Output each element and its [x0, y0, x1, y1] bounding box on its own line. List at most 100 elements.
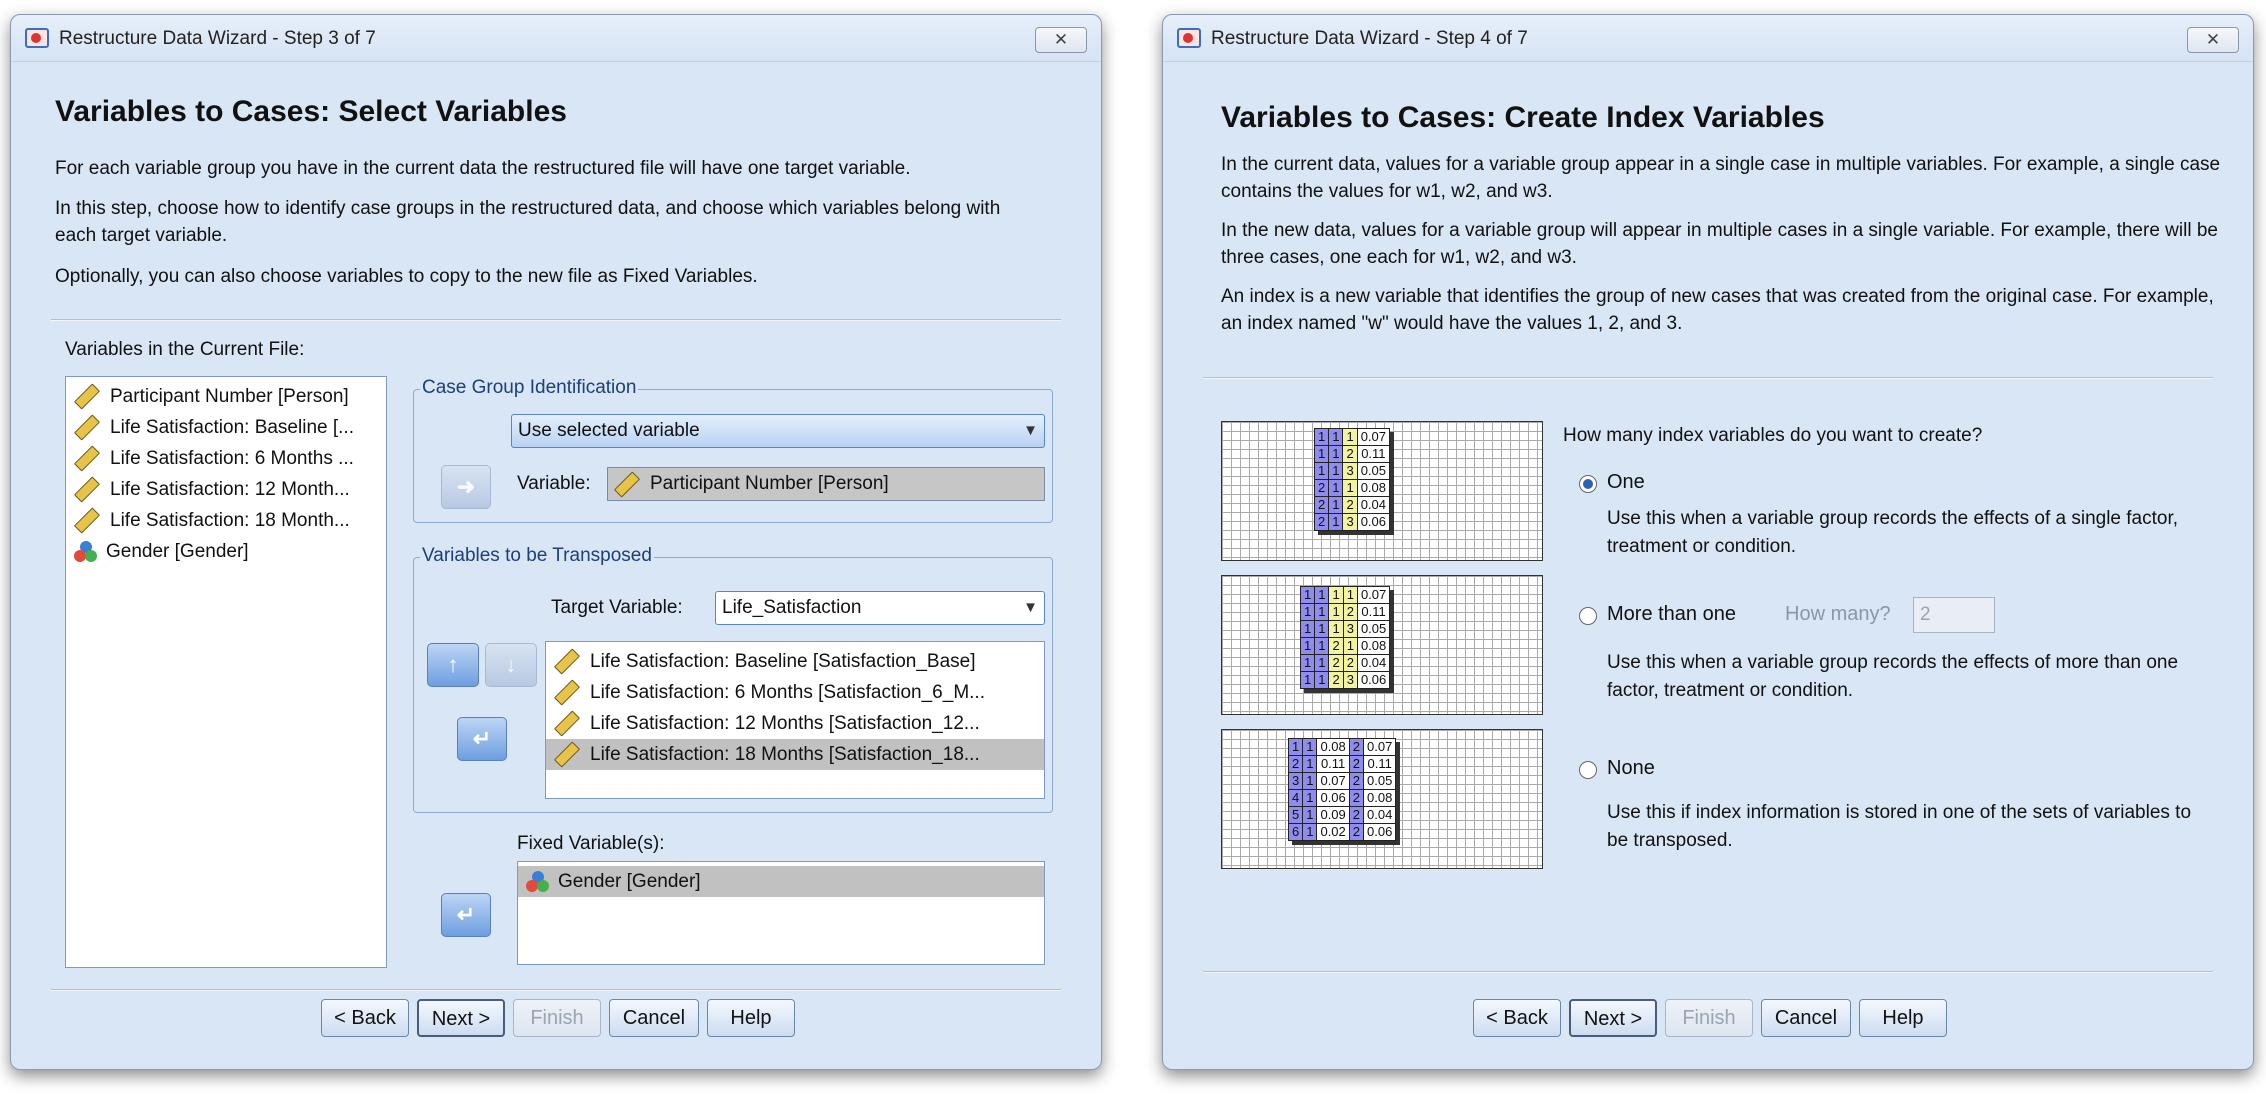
- target-variable-dropdown[interactable]: Life_Satisfaction ▼: [715, 591, 1045, 625]
- move-from-fixed-button[interactable]: ↵: [441, 893, 491, 937]
- help-button[interactable]: Help: [707, 999, 795, 1037]
- close-icon[interactable]: ✕: [1035, 27, 1087, 53]
- diagram-cell: 2: [1348, 789, 1365, 807]
- diagram-cell: 1: [1328, 428, 1344, 446]
- diagram-row: 2 1 0.11 2 0.11: [1287, 755, 1397, 773]
- diagram-cell: 1: [1328, 620, 1344, 638]
- diagram-row: 2 1 3 0.06: [1313, 513, 1391, 531]
- scale-ruler-icon: [73, 445, 101, 472]
- diagram-cell: 1: [1313, 428, 1330, 446]
- list-item[interactable]: Life Satisfaction: 12 Month...: [66, 474, 386, 505]
- list-item[interactable]: Participant Number [Person]: [66, 381, 386, 412]
- case-group-title: Case Group Identification: [420, 377, 639, 399]
- diagram-cell: 1: [1314, 586, 1330, 604]
- move-down-button[interactable]: ↓: [485, 643, 537, 687]
- move-from-transposed-button[interactable]: ↵: [457, 717, 507, 761]
- app-icon: [1177, 28, 1201, 48]
- diagram-table: 1 1 0.08 2 0.07 2 1 0.11 2 0.11 3 1 0.07 2 0.05 4 1 0.06 2…: [1287, 738, 1397, 841]
- diagram-cell: 1: [1342, 637, 1358, 655]
- next-button[interactable]: Next >: [1569, 999, 1657, 1037]
- how-many-input[interactable]: 2: [1913, 597, 1995, 633]
- diagram-cell: 0.05: [1356, 462, 1391, 480]
- one-radio-label[interactable]: One: [1607, 471, 1645, 494]
- case-group-method-dropdown[interactable]: Use selected variable ▼: [511, 414, 1045, 448]
- diagram-cell: 0.04: [1356, 496, 1391, 514]
- list-item-selected[interactable]: Life Satisfaction: 18 Months [Satisfacti…: [546, 739, 1044, 770]
- diagram-cell: 0.08: [1356, 637, 1391, 655]
- list-item[interactable]: Life Satisfaction: 12 Months [Satisfacti…: [546, 708, 1044, 739]
- diagram-row: 1 1 2 3 0.06: [1299, 671, 1391, 689]
- diagram-table: 1 1 1 0.07 1 1 2 0.11 1 1 3 0.05 2 1 1 0.08 2 1 2 0.04 2 1 3 0.…: [1313, 428, 1391, 531]
- arrow-down-icon: ↓: [505, 652, 517, 677]
- intro-text-2: In the new data, values for a variable g…: [1221, 220, 2218, 268]
- diagram-cell: 1: [1328, 496, 1344, 514]
- list-item[interactable]: Gender [Gender]: [66, 536, 386, 567]
- none-description: Use this if index information is stored …: [1607, 802, 2192, 851]
- divider: [1203, 971, 2213, 973]
- chevron-down-icon: ▼: [1023, 422, 1038, 439]
- list-item-selected[interactable]: Gender [Gender]: [518, 866, 1044, 897]
- diagram-cell: 2: [1313, 479, 1330, 497]
- transposed-variables-list[interactable]: Life Satisfaction: Baseline [Satisfactio…: [545, 641, 1045, 799]
- diagram-cell: 4: [1287, 789, 1304, 807]
- diagram-cell: 2: [1342, 603, 1358, 621]
- move-to-case-variable-button[interactable]: ➜: [441, 465, 491, 509]
- diagram-cell: 6: [1287, 823, 1304, 841]
- diagram-cell: 0.11: [1316, 755, 1350, 773]
- cancel-button[interactable]: Cancel: [609, 999, 699, 1037]
- diagram-cell: 1: [1313, 462, 1330, 480]
- scale-ruler-icon: [73, 507, 101, 534]
- diagram-cell: 2: [1287, 755, 1304, 773]
- diagram-cell: 0.06: [1316, 789, 1350, 807]
- more-than-one-radio-label[interactable]: More than one: [1607, 603, 1736, 626]
- scale-ruler-icon: [553, 741, 581, 768]
- list-item[interactable]: Life Satisfaction: 6 Months [Satisfactio…: [546, 677, 1044, 708]
- finish-button[interactable]: Finish: [513, 999, 601, 1037]
- diagram-table: 1 1 1 1 0.07 1 1 1 2 0.11 1 1 1 3 0.05 1 1 2 1 0.08 1 1 2 2 0.04…: [1299, 586, 1391, 689]
- scale-ruler-icon: [613, 470, 641, 498]
- list-item[interactable]: Life Satisfaction: Baseline [...: [66, 412, 386, 443]
- back-button[interactable]: < Back: [321, 999, 409, 1037]
- source-variables-list[interactable]: Participant Number [Person] Life Satisfa…: [65, 376, 387, 968]
- diagram-cell: 0.08: [1363, 789, 1397, 807]
- diagram-cell: 2: [1328, 637, 1344, 655]
- fixed-variables-list[interactable]: Gender [Gender]: [517, 861, 1045, 965]
- finish-button[interactable]: Finish: [1665, 999, 1753, 1037]
- diagram-cell: 2: [1342, 654, 1358, 672]
- diagram-cell: 1: [1328, 462, 1344, 480]
- case-group-section: Case Group Identification: [413, 377, 1053, 523]
- restructure-wizard-step3-window: Restructure Data Wizard - Step 3 of 7 ✕ …: [10, 14, 1102, 1070]
- scale-ruler-icon: [553, 710, 581, 737]
- diagram-cell: 1: [1342, 586, 1358, 604]
- next-button[interactable]: Next >: [417, 999, 505, 1037]
- diagram-row: 1 1 1 1 0.07: [1299, 586, 1391, 604]
- diagram-row: 1 1 1 3 0.05: [1299, 620, 1391, 638]
- return-arrow-icon: ↵: [472, 726, 492, 751]
- diagram-cell: 1: [1314, 637, 1330, 655]
- scale-ruler-icon: [553, 648, 581, 675]
- diagram-cell: 2: [1342, 496, 1358, 514]
- more-than-one-radio[interactable]: [1579, 607, 1597, 625]
- none-radio-label[interactable]: None: [1607, 757, 1655, 780]
- diagram-cell: 2: [1313, 513, 1330, 531]
- cancel-button[interactable]: Cancel: [1761, 999, 1851, 1037]
- list-item[interactable]: Life Satisfaction: Baseline [Satisfactio…: [546, 646, 1044, 677]
- move-up-button[interactable]: ↑: [427, 643, 479, 687]
- page-title: Variables to Cases: Create Index Variabl…: [1221, 101, 1825, 134]
- variable-label: Variable:: [517, 473, 591, 494]
- help-button[interactable]: Help: [1859, 999, 1947, 1037]
- case-variable-field[interactable]: Participant Number [Person]: [607, 467, 1045, 501]
- diagram-cell: 2: [1342, 445, 1358, 463]
- no-index-diagram: 1 1 0.08 2 0.07 2 1 0.11 2 0.11 3 1 0.07 2 0.05 4 1 0.06 2…: [1221, 729, 1543, 869]
- diagram-cell: 1: [1302, 755, 1318, 773]
- close-icon[interactable]: ✕: [2187, 27, 2239, 53]
- diagram-cell: 1: [1328, 513, 1344, 531]
- divider: [1203, 377, 2213, 379]
- none-radio[interactable]: [1579, 761, 1597, 779]
- one-radio[interactable]: [1579, 475, 1597, 493]
- index-question: How many index variables do you want to …: [1563, 425, 1983, 446]
- diagram-row: 1 1 1 2 0.11: [1299, 603, 1391, 621]
- back-button[interactable]: < Back: [1473, 999, 1561, 1037]
- list-item[interactable]: Life Satisfaction: 6 Months ...: [66, 443, 386, 474]
- list-item[interactable]: Life Satisfaction: 18 Month...: [66, 505, 386, 536]
